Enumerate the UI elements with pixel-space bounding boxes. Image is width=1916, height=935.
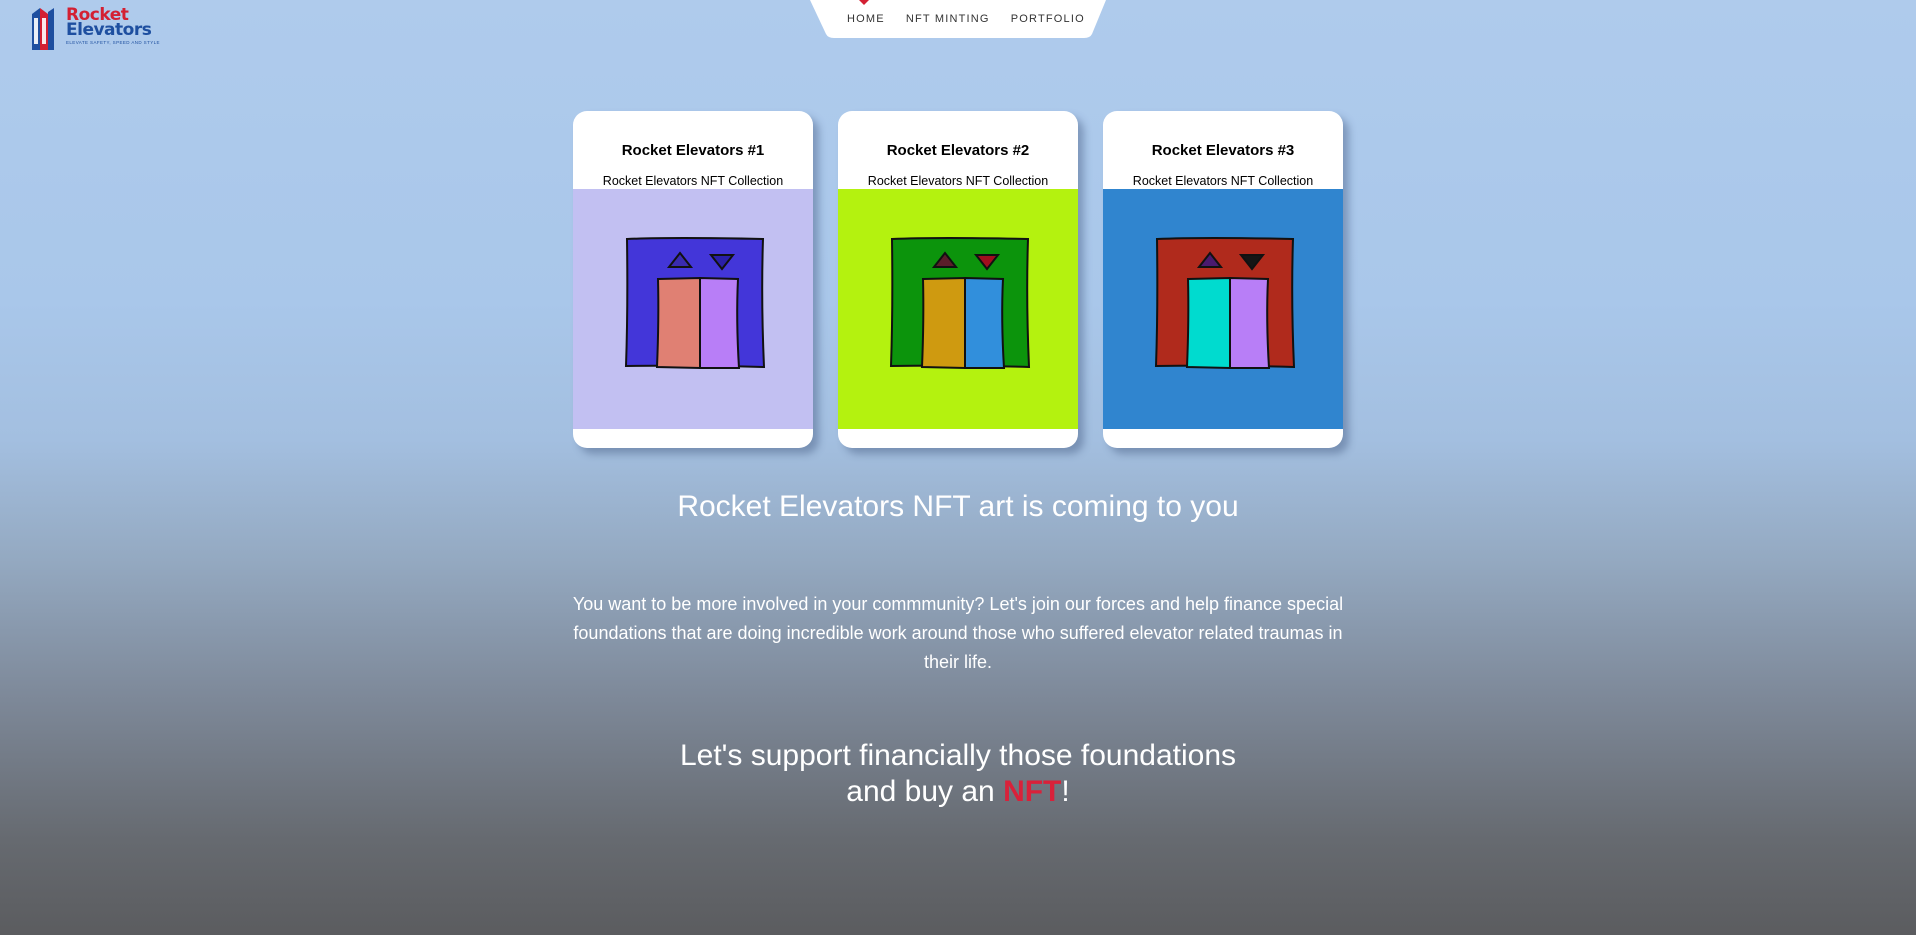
cta-nft-highlight: NFT	[1003, 775, 1062, 808]
cta-line2: and buy an NFT!	[0, 774, 1916, 810]
card-subtitle: Rocket Elevators NFT Collection	[602, 174, 784, 188]
elevator-art-icon	[838, 189, 1078, 429]
cta-suffix: !	[1061, 775, 1070, 808]
nft-card-grid: Rocket Elevators #1 Rocket Elevators NFT…	[573, 111, 1343, 448]
elevator-art-icon	[1103, 189, 1343, 429]
elevator-art-icon	[573, 189, 813, 429]
nft-card-3[interactable]: Rocket Elevators #3 Rocket Elevators NFT…	[1103, 111, 1343, 448]
nav-nft-minting[interactable]: NFT MINTING	[906, 13, 990, 25]
nft-card-2[interactable]: Rocket Elevators #2 Rocket Elevators NFT…	[838, 111, 1078, 448]
nav-items: HOME NFT MINTING PORTFOLIO	[847, 13, 1085, 25]
card-title: Rocket Elevators #3	[1151, 142, 1295, 159]
cta-prefix: and buy an	[846, 775, 1004, 808]
nav-portfolio[interactable]: PORTFOLIO	[1011, 13, 1085, 25]
cta-line1: Let's support financially those foundati…	[679, 739, 1237, 772]
rocket-building-icon	[32, 8, 54, 50]
page-headline: Rocket Elevators NFT art is coming to yo…	[677, 490, 1239, 523]
nft-card-1[interactable]: Rocket Elevators #1 Rocket Elevators NFT…	[573, 111, 813, 448]
nft-artwork	[573, 189, 813, 429]
intro-paragraph: You want to be more involved in your com…	[572, 594, 1344, 672]
card-subtitle: Rocket Elevators NFT Collection	[867, 174, 1049, 188]
nft-artwork	[1103, 189, 1343, 429]
top-navigation: HOME NFT MINTING PORTFOLIO	[810, 0, 1106, 38]
nav-home[interactable]: HOME	[847, 13, 885, 25]
logo-line2: Elevators	[66, 20, 152, 40]
logo[interactable]: Rocket Elevators ELEVATE SAFETY, SPEED A…	[28, 4, 160, 52]
card-title: Rocket Elevators #1	[621, 142, 765, 159]
logo-tagline: ELEVATE SAFETY, SPEED AND STYLE	[66, 40, 160, 45]
call-to-action: Let's support financially those foundati…	[0, 738, 1916, 810]
logo-wordmark: Rocket Elevators	[66, 7, 152, 40]
card-title: Rocket Elevators #2	[886, 142, 1030, 159]
nft-artwork	[838, 189, 1078, 429]
nav-active-marker	[859, 0, 869, 5]
card-subtitle: Rocket Elevators NFT Collection	[1132, 174, 1314, 188]
